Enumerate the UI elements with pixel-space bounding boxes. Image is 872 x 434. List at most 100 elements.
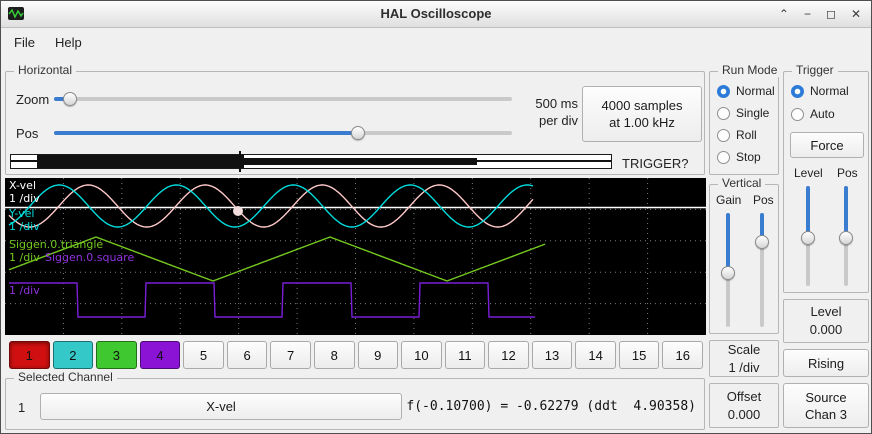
trigger-level-label: Level: [794, 166, 823, 180]
channel-name-button[interactable]: X-vel: [40, 393, 402, 420]
trigger-position-marker[interactable]: [239, 151, 241, 172]
radio-label: Stop: [736, 150, 761, 164]
channel-button-4[interactable]: 4: [140, 341, 181, 369]
trigger-question-label: TRIGGER?: [622, 156, 688, 171]
run-mode-stop[interactable]: Stop: [717, 150, 775, 164]
slider-handle[interactable]: [801, 231, 815, 245]
channel-button-3[interactable]: 3: [96, 341, 137, 369]
channel-button-11[interactable]: 11: [445, 341, 486, 369]
timebase-label: 500 ms per div: [512, 95, 578, 129]
position-slider[interactable]: [54, 124, 512, 142]
gain-slider[interactable]: [719, 213, 737, 327]
shade-icon[interactable]: ⌃: [779, 7, 789, 21]
scale-display-title: Scale: [728, 341, 761, 359]
horizontal-group: Horizontal Zoom 500 ms per div 4000 samp…: [5, 71, 705, 175]
channel-button-10[interactable]: 10: [401, 341, 442, 369]
channel-button-6[interactable]: 6: [227, 341, 268, 369]
trigger-mode-normal[interactable]: Normal: [791, 84, 849, 98]
menu-file[interactable]: File: [5, 32, 44, 53]
selected-channel-group: Selected Channel 1 X-vel f(-0.10700) = -…: [5, 378, 705, 430]
scope-display[interactable]: X-vel1 /divY-vel1 /divSiggen.0.triangle1…: [5, 178, 706, 335]
radio-icon: [717, 129, 730, 142]
channel-button-9[interactable]: 9: [358, 341, 399, 369]
radio-icon: [791, 85, 804, 98]
radio-label: Auto: [810, 107, 835, 121]
force-button[interactable]: Force: [790, 132, 864, 158]
scope-channel-name-3: Siggen.0.triangle: [9, 238, 103, 251]
scope-channel-name-1: X-vel: [9, 179, 36, 192]
channel-button-16[interactable]: 16: [662, 341, 703, 369]
record-filled-segment: [37, 155, 244, 168]
slider-fill: [54, 131, 358, 135]
trigger-group: Trigger NormalAuto Force Level Pos: [783, 71, 869, 293]
trigger-pos-label: Pos: [837, 166, 858, 180]
slider-fill: [726, 213, 730, 273]
trigger-level-display: Level 0.000: [783, 299, 869, 343]
radio-icon: [717, 151, 730, 164]
trigger-source-button[interactable]: Source Chan 3: [783, 383, 869, 428]
selected-channel-legend: Selected Channel: [14, 370, 117, 384]
vertical-pos-label: Pos: [753, 193, 774, 207]
window-title: HAL Oscilloscope: [1, 6, 871, 21]
trigger-mode-auto[interactable]: Auto: [791, 107, 849, 121]
channel-button-2[interactable]: 2: [53, 341, 94, 369]
trigger-legend: Trigger: [792, 63, 838, 77]
close-icon[interactable]: ✕: [851, 7, 861, 21]
scope-channel-scale-1: 1 /div: [9, 192, 40, 205]
run-mode-single[interactable]: Single: [717, 106, 775, 120]
slider-handle[interactable]: [721, 266, 735, 280]
radio-icon: [717, 85, 730, 98]
selected-channel-number: 1: [18, 400, 25, 415]
run-mode-options: Normal Single Roll Stop: [717, 84, 775, 164]
record-position-bar[interactable]: [10, 154, 612, 169]
channel-button-12[interactable]: 12: [488, 341, 529, 369]
vertical-pos-slider[interactable]: [753, 213, 771, 327]
channel-button-7[interactable]: 7: [270, 341, 311, 369]
channel-buttons-row: 12345678910111213141516: [9, 341, 703, 369]
channel-value-readout: f(-0.10700) = -0.62279 (ddt 4.90358): [406, 399, 696, 414]
scale-display-value: 1 /div: [728, 359, 759, 377]
samples-button[interactable]: 4000 samples at 1.00 kHz: [582, 86, 702, 142]
run-mode-roll[interactable]: Roll: [717, 128, 775, 142]
slider-fill: [806, 186, 810, 238]
run-mode-normal[interactable]: Normal: [717, 84, 775, 98]
trigger-source-value: Chan 3: [805, 406, 847, 423]
minimize-icon[interactable]: −: [804, 7, 811, 21]
channel-button-14[interactable]: 14: [575, 341, 616, 369]
titlebar[interactable]: HAL Oscilloscope ⌃ − ◻ ✕: [1, 1, 871, 28]
slider-fill: [844, 186, 848, 238]
menu-help[interactable]: Help: [46, 32, 91, 53]
zoom-slider[interactable]: [54, 90, 512, 108]
samples-rate: at 1.00 kHz: [609, 114, 675, 131]
channel-button-8[interactable]: 8: [314, 341, 355, 369]
run-mode-group: Run Mode NormalSingleRollStop: [709, 71, 779, 175]
channel-button-5[interactable]: 5: [183, 341, 224, 369]
scale-display: Scale 1 /div: [709, 340, 779, 377]
channel-button-15[interactable]: 15: [619, 341, 660, 369]
maximize-icon[interactable]: ◻: [826, 7, 836, 21]
slider-groove: [54, 97, 512, 101]
radio-icon: [791, 108, 804, 121]
pos-label: Pos: [16, 126, 38, 141]
window-controls: ⌃ − ◻ ✕: [779, 1, 861, 27]
scope-channel-scale-4: 1 /div: [9, 284, 40, 297]
channel-button-1[interactable]: 1: [9, 341, 50, 369]
radio-icon: [717, 107, 730, 120]
radio-label: Normal: [810, 84, 849, 98]
trigger-edge-button[interactable]: Rising: [783, 349, 869, 377]
slider-handle[interactable]: [755, 235, 769, 249]
slider-handle[interactable]: [63, 92, 77, 106]
run-mode-legend: Run Mode: [718, 63, 781, 77]
samples-count: 4000 samples: [602, 97, 683, 114]
trigger-pos-slider[interactable]: [837, 186, 855, 286]
radio-label: Normal: [736, 84, 775, 98]
slider-handle[interactable]: [839, 231, 853, 245]
slider-handle[interactable]: [351, 126, 365, 140]
offset-display-value: 0.000: [728, 406, 761, 424]
channel-button-13[interactable]: 13: [532, 341, 573, 369]
trigger-level-slider[interactable]: [799, 186, 817, 286]
scope-channel-scale-2: 1 /div: [9, 220, 40, 233]
trigger-source-title: Source: [805, 389, 846, 406]
radio-label: Roll: [736, 128, 757, 142]
vertical-group: Vertical Gain Pos: [709, 184, 779, 334]
